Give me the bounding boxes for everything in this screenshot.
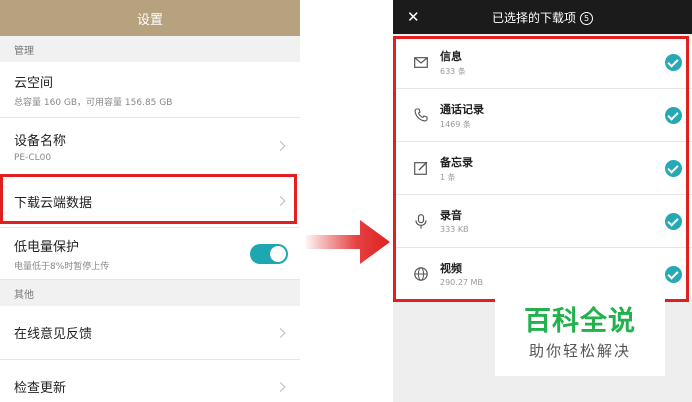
section-other-label: 其他 bbox=[0, 280, 300, 306]
feedback-item[interactable]: 在线意见反馈 bbox=[0, 306, 300, 360]
low-power-toggle[interactable] bbox=[250, 243, 288, 264]
highlight-box bbox=[393, 36, 689, 302]
cloud-space-title: 云空间 bbox=[14, 75, 54, 91]
toggle-knob bbox=[270, 245, 286, 262]
device-name-item[interactable]: 设备名称 PE-CL00 bbox=[0, 118, 300, 175]
low-power-protection-item: 低电量保护 电量低于8%时暂停上传 bbox=[0, 228, 300, 280]
watermark-logo: 百科全说 助你轻松解决 bbox=[495, 294, 665, 376]
highlight-box bbox=[0, 174, 297, 224]
feedback-title: 在线意见反馈 bbox=[14, 327, 93, 342]
cloud-space-capacity: 总容量 160 GB，可用容量 156.85 GB bbox=[14, 97, 173, 108]
watermark-title: 百科全说 bbox=[524, 306, 636, 337]
settings-title: 设置 bbox=[136, 12, 163, 28]
device-name-title: 设备名称 bbox=[14, 133, 67, 149]
selection-header: ✕ 已选择的下载项 5 bbox=[393, 0, 692, 34]
settings-screen: 设置 管理 云空间 总容量 160 GB，可用容量 156.85 GB 设备名称… bbox=[0, 0, 300, 402]
selected-count-badge: 5 bbox=[580, 12, 593, 25]
cloud-space-item[interactable]: 云空间 总容量 160 GB，可用容量 156.85 GB bbox=[0, 62, 300, 118]
settings-header: 设置 bbox=[0, 0, 300, 36]
selection-title: 已选择的下载项 bbox=[491, 11, 576, 25]
device-name-value: PE-CL00 bbox=[14, 152, 52, 163]
check-update-title: 检查更新 bbox=[14, 381, 67, 396]
section-manage-label: 管理 bbox=[0, 36, 300, 62]
arrow-right-icon bbox=[306, 220, 390, 264]
watermark-slogan: 助你轻松解决 bbox=[528, 342, 631, 360]
check-update-item[interactable]: 检查更新 bbox=[0, 360, 300, 402]
selection-title-wrap: 已选择的下载项 5 bbox=[393, 9, 692, 26]
